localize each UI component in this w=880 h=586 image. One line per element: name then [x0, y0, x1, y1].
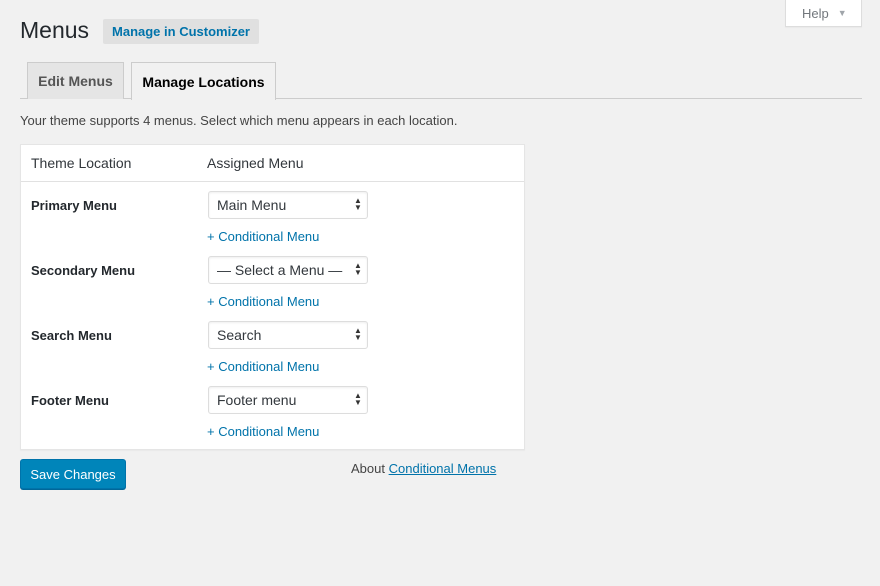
footer-menu-select[interactable]: Footer menu ▲ ▼: [208, 386, 368, 414]
column-header-theme-location: Theme Location: [31, 155, 132, 171]
add-conditional-menu-link[interactable]: + Conditional Menu: [207, 359, 319, 374]
manage-in-customizer-button[interactable]: Manage in Customizer: [103, 19, 259, 44]
tab-edit-menus[interactable]: Edit Menus: [27, 62, 124, 99]
select-value: Main Menu: [217, 197, 287, 213]
add-conditional-menu-link[interactable]: + Conditional Menu: [207, 229, 319, 244]
select-value: — Select a Menu —: [217, 262, 343, 278]
select-value: Search: [217, 327, 262, 343]
primary-menu-select[interactable]: Main Menu ▲ ▼: [208, 191, 368, 219]
table-row: Footer Menu Footer menu ▲ ▼ + Conditional…: [21, 377, 524, 442]
menu-locations-table: Theme Location Assigned Menu Primary Men…: [20, 144, 525, 450]
table-row: Primary Menu Main Menu ▲ ▼ + Conditional …: [21, 182, 524, 247]
help-tab-button[interactable]: Help ▼: [785, 0, 862, 27]
triangle-down-icon: ▼: [837, 8, 847, 18]
select-value: Footer menu: [217, 392, 297, 408]
location-label-primary: Primary Menu: [31, 198, 117, 213]
table-row: Secondary Menu — Select a Menu — ▲ ▼ + Co…: [21, 247, 524, 312]
select-caret-icon: ▲ ▼: [354, 261, 362, 277]
table-header: Theme Location Assigned Menu: [21, 145, 524, 182]
about-text: About Conditional Menus: [351, 461, 496, 476]
tab-manage-locations[interactable]: Manage Locations: [131, 62, 276, 100]
select-caret-icon: ▲ ▼: [354, 326, 362, 342]
select-caret-icon: ▲ ▼: [354, 196, 362, 212]
column-header-assigned-menu: Assigned Menu: [207, 155, 304, 171]
page-title: Menus: [20, 17, 90, 43]
intro-text: Your theme supports 4 menus. Select whic…: [20, 113, 458, 128]
about-prefix: About: [351, 461, 385, 476]
help-label: Help: [802, 5, 829, 21]
select-caret-icon: ▲ ▼: [354, 391, 362, 407]
location-label-secondary: Secondary Menu: [31, 263, 136, 278]
table-row: Search Menu Search ▲ ▼ + Conditional Menu: [21, 312, 524, 377]
secondary-menu-select[interactable]: — Select a Menu — ▲ ▼: [208, 256, 368, 284]
conditional-menus-link[interactable]: Conditional Menus: [389, 461, 497, 476]
add-conditional-menu-link[interactable]: + Conditional Menu: [207, 424, 319, 439]
location-label-footer: Footer Menu: [31, 393, 109, 408]
add-conditional-menu-link[interactable]: + Conditional Menu: [207, 294, 319, 309]
location-label-search: Search Menu: [31, 328, 112, 343]
search-menu-select[interactable]: Search ▲ ▼: [208, 321, 368, 349]
save-changes-button[interactable]: Save Changes: [20, 459, 126, 489]
